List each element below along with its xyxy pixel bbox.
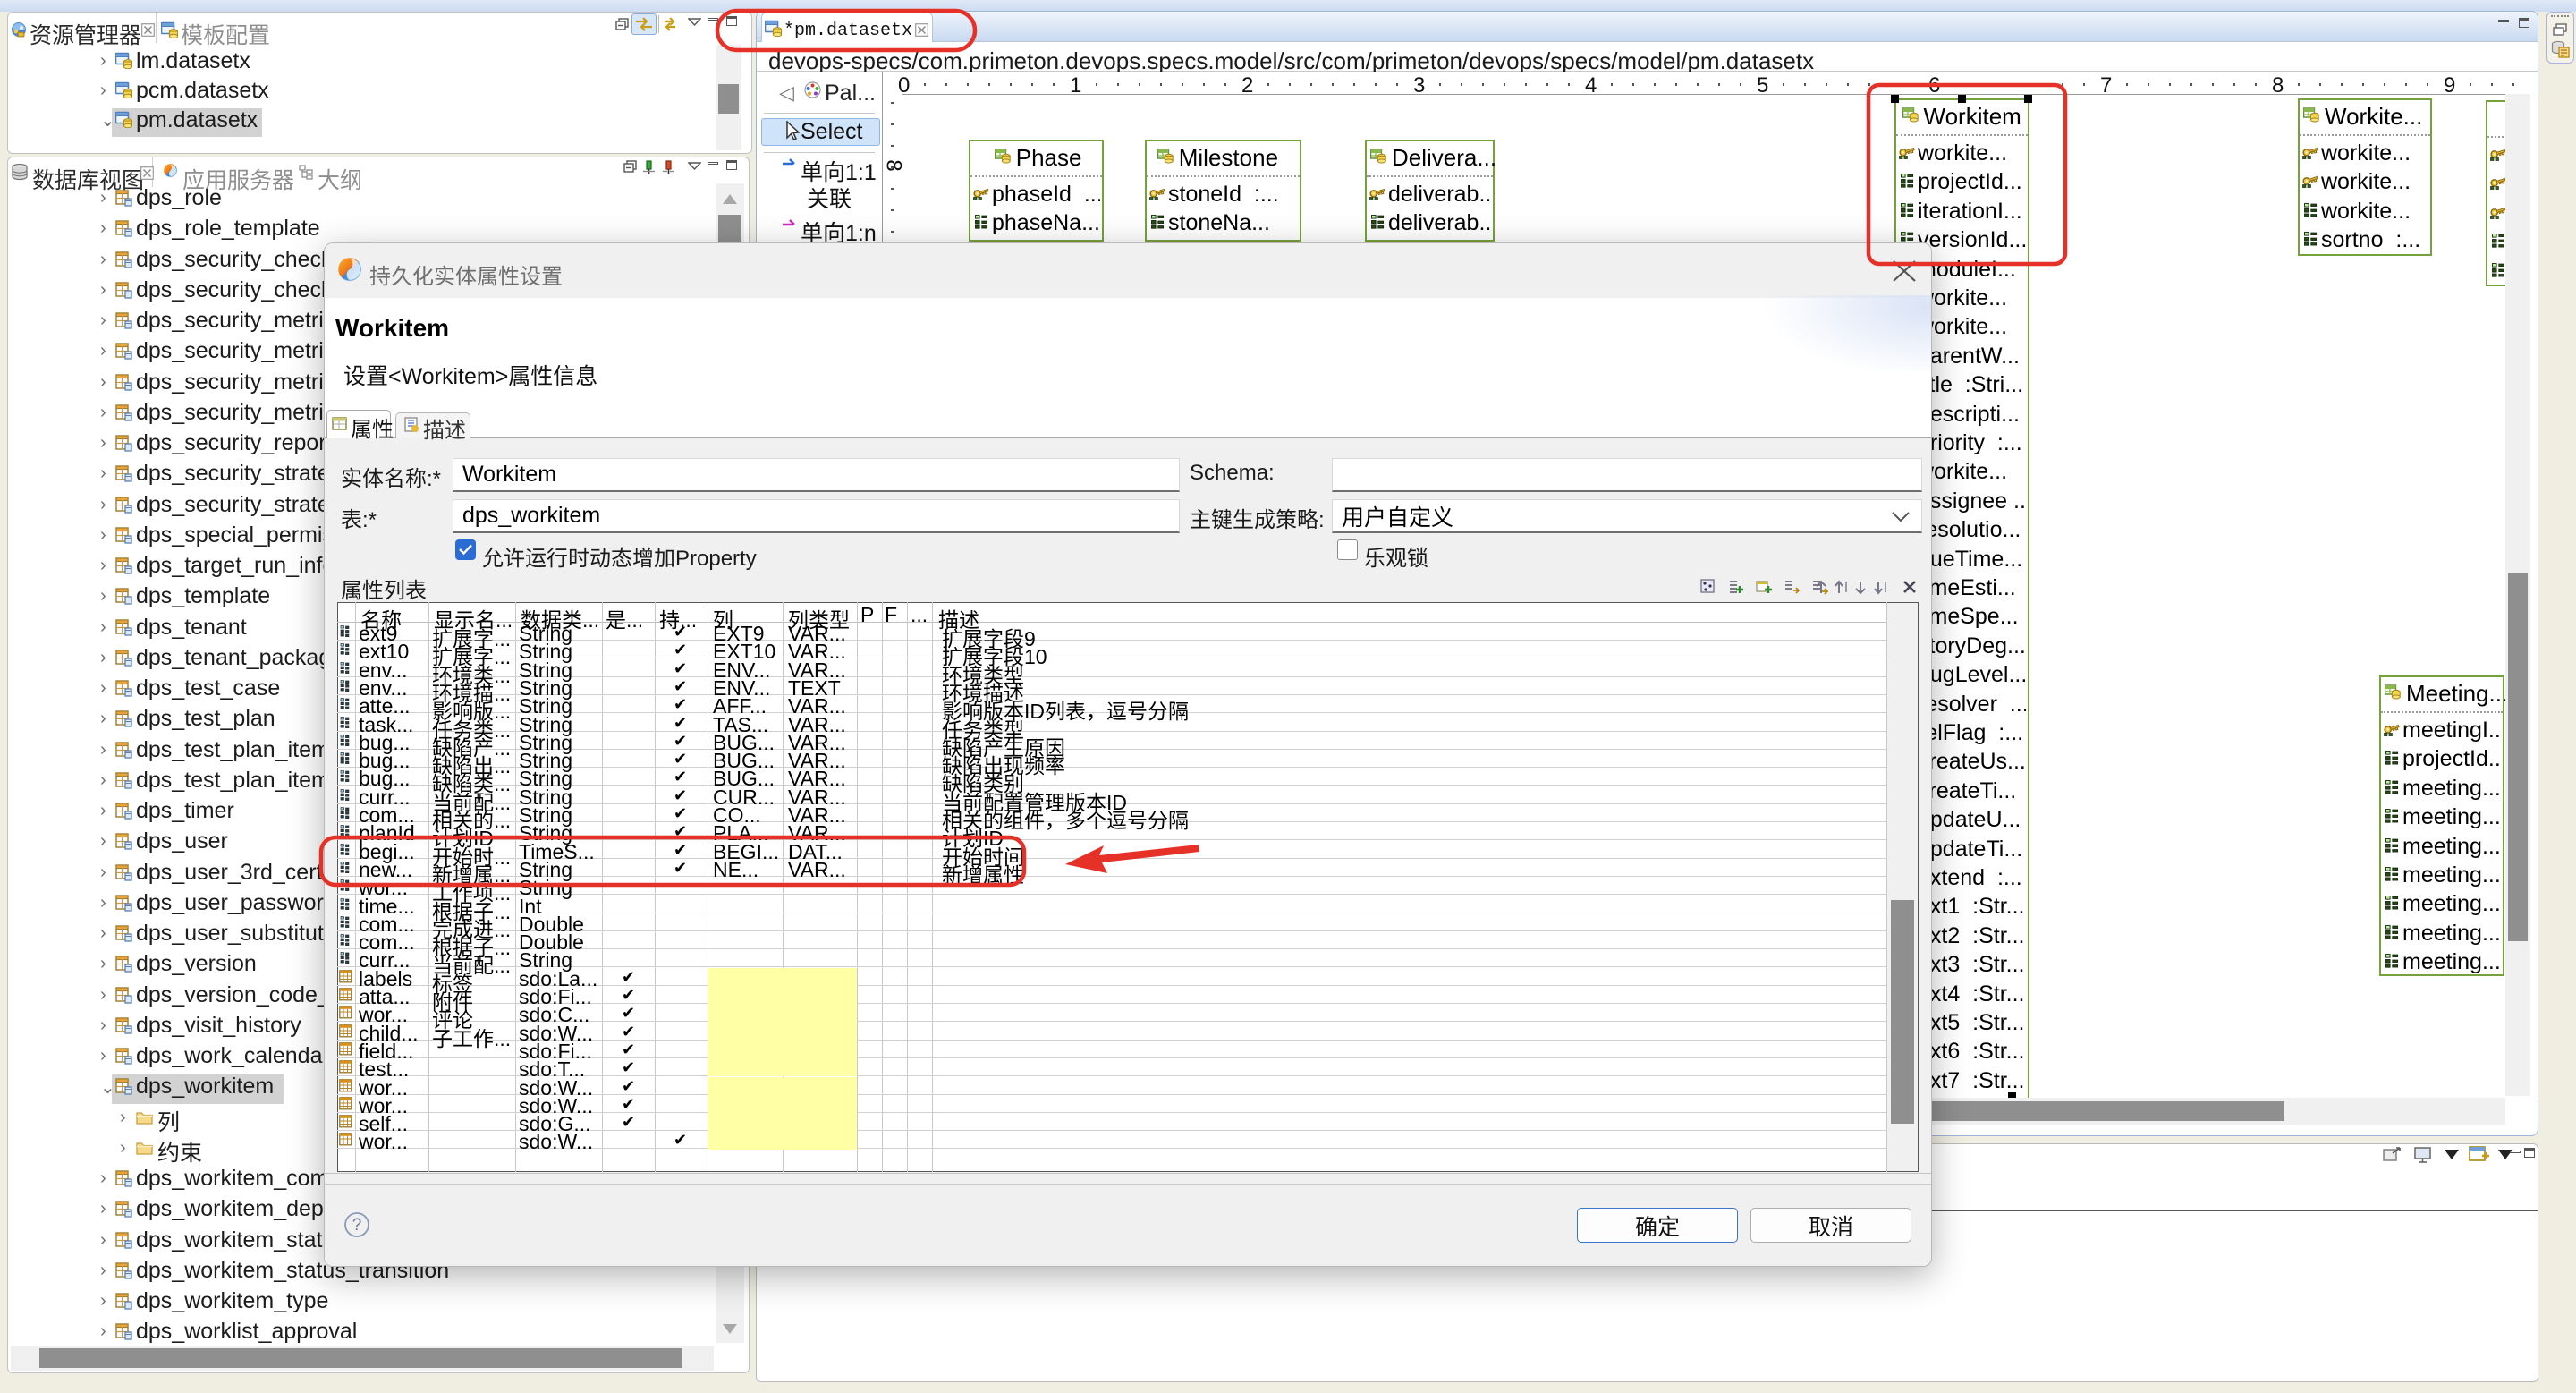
svg-text:?: ?: [352, 1216, 362, 1235]
